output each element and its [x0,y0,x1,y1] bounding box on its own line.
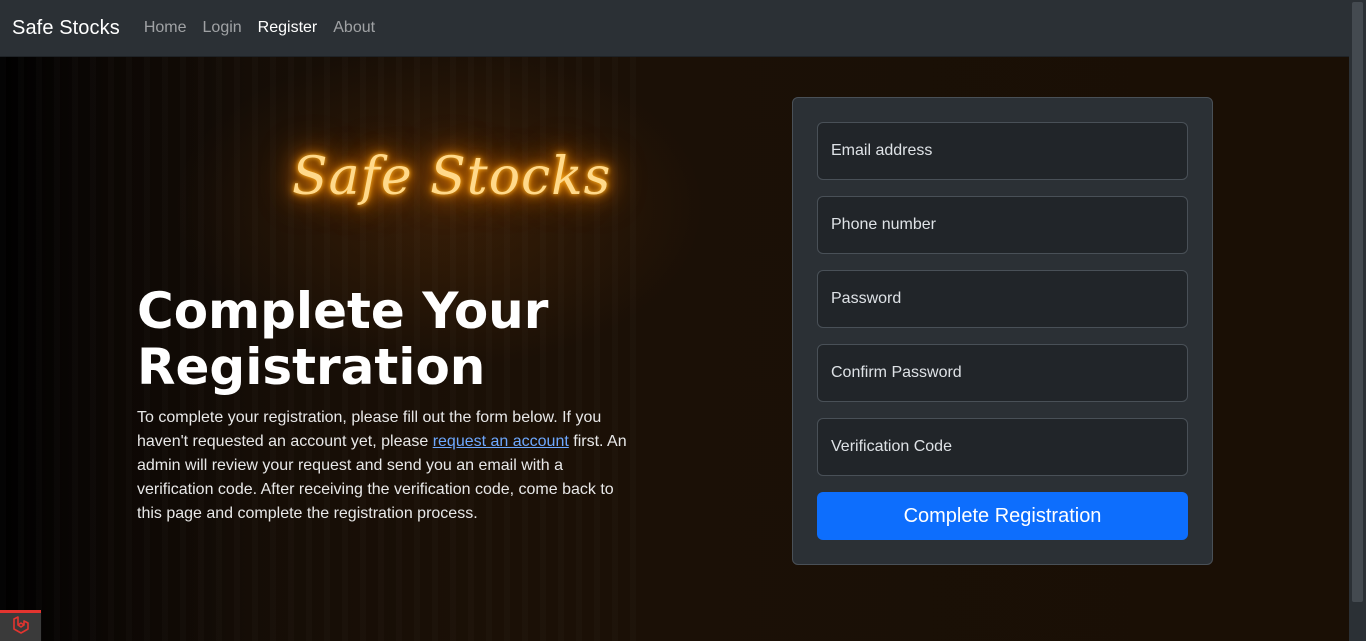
neon-logo: Safe Stocks [292,147,612,207]
complete-registration-button[interactable]: Complete Registration [817,492,1188,540]
hero-section: Safe Stocks Complete Your Registration T… [0,57,1349,641]
nav-link-home[interactable]: Home [144,19,187,37]
nav-link-register[interactable]: Register [258,19,318,37]
page-scrollbar[interactable] [1349,0,1366,641]
verification-code-field-placeholder: Verification Code [831,438,952,455]
page-title-line-1: Complete Your [137,282,549,340]
page-title-line-2: Registration [137,338,486,396]
confirm-password-field-placeholder: Confirm Password [831,364,962,381]
laravel-icon [11,615,31,640]
verification-code-field[interactable]: Verification Code [817,418,1188,476]
email-field-placeholder: Email address [831,142,933,159]
phone-field[interactable]: Phone number [817,196,1188,254]
email-field[interactable]: Email address [817,122,1188,180]
debug-bar-toggle[interactable] [0,610,41,641]
request-account-link[interactable]: request an account [433,433,569,450]
page-title: Complete Your Registration [137,283,657,395]
registration-form: Email address Phone number Password Conf… [792,97,1213,565]
navbar: Safe Stocks Home Login Register About [0,0,1349,57]
password-field-placeholder: Password [831,290,902,307]
nav-link-login[interactable]: Login [203,19,242,37]
confirm-password-field[interactable]: Confirm Password [817,344,1188,402]
navbar-brand[interactable]: Safe Stocks [12,17,120,40]
password-field[interactable]: Password [817,270,1188,328]
scrollbar-thumb[interactable] [1352,2,1363,602]
nav-link-about[interactable]: About [333,19,375,37]
phone-field-placeholder: Phone number [831,216,936,233]
registration-instructions: To complete your registration, please fi… [137,406,627,526]
